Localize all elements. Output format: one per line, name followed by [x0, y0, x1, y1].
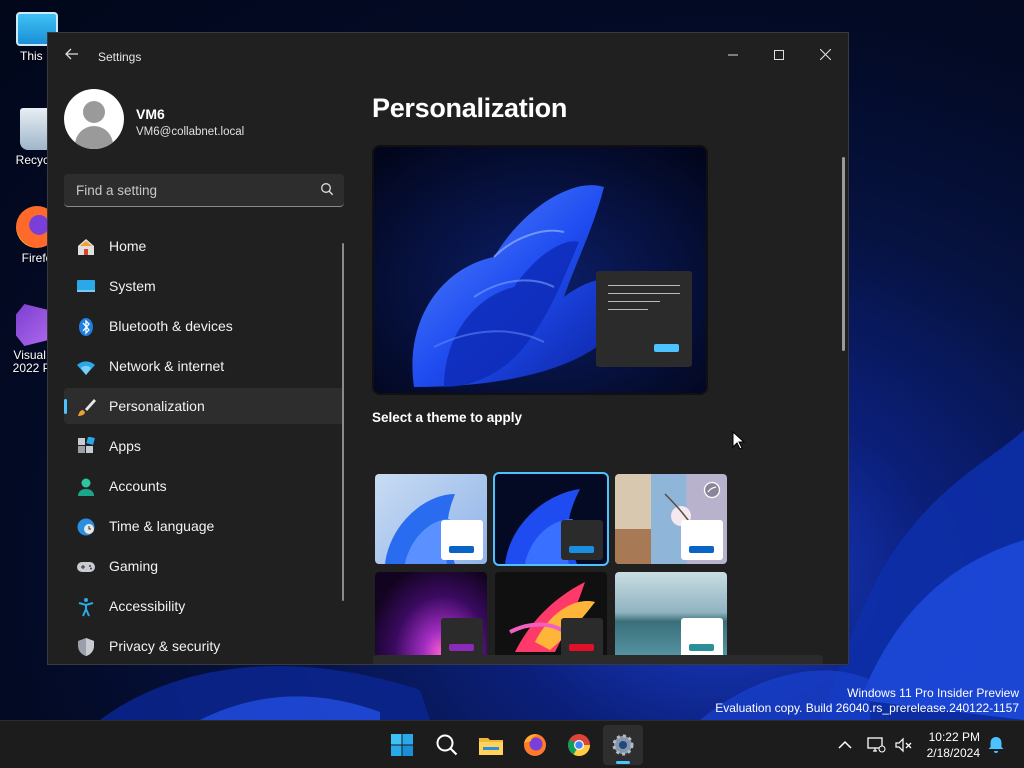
page-title: Personalization	[372, 93, 568, 123]
sidebar-item-label: Personalization	[109, 398, 205, 414]
sidebar-item-label: Accounts	[109, 478, 167, 494]
bluetooth-icon	[79, 318, 93, 336]
sidebar-item-system[interactable]: System	[64, 268, 344, 304]
shield-icon	[78, 638, 94, 656]
sidebar-item-time-language[interactable]: Time & language	[64, 508, 344, 544]
user-email: VM6@collabnet.local	[136, 126, 245, 138]
chevron-up-icon[interactable]	[835, 735, 855, 755]
network-icon[interactable]	[866, 735, 886, 755]
brush-icon	[78, 399, 96, 416]
watermark-line: Windows 11 Pro Insider Preview	[847, 686, 1019, 700]
build-watermark: Windows 11 Pro Insider Preview Evaluatio…	[715, 686, 1019, 716]
start-icon[interactable]	[386, 729, 418, 761]
sidebar-item-bluetooth[interactable]: Bluetooth & devices	[64, 308, 344, 344]
search-icon[interactable]	[320, 182, 334, 196]
sidebar-nav: Home System Bluetooth & devices Network …	[64, 228, 344, 664]
taskbar: 10:22 PM 2/18/2024	[0, 720, 1024, 768]
sidebar-item-gaming[interactable]: Gaming	[64, 548, 344, 584]
sidebar-item-label: Home	[109, 238, 147, 254]
wifi-icon	[77, 361, 95, 375]
clock-time: 10:22 PM	[928, 730, 980, 744]
maximize-icon	[774, 50, 784, 60]
search-icon[interactable]	[431, 729, 463, 761]
search-placeholder: Find a setting	[76, 183, 158, 198]
user-profile[interactable]: VM6 VM6@collabnet.local	[64, 89, 364, 153]
theme-tile-flow[interactable]	[615, 572, 727, 662]
search-input[interactable]: Find a setting	[64, 174, 344, 207]
theme-tile-windows-light[interactable]	[375, 474, 487, 564]
system-icon	[77, 280, 95, 292]
sidebar-item-label: Bluetooth & devices	[109, 318, 233, 334]
sidebar-item-accessibility[interactable]: Accessibility	[64, 588, 344, 624]
volume-muted-icon[interactable]	[893, 735, 913, 755]
sidebar-item-privacy[interactable]: Privacy & security	[64, 628, 344, 664]
content-scrollbar[interactable]	[842, 157, 845, 351]
chrome-icon[interactable]	[563, 729, 595, 761]
preview-button	[654, 344, 679, 352]
file-explorer-icon[interactable]	[475, 729, 507, 761]
system-clock[interactable]: 10:22 PM 2/18/2024	[927, 729, 980, 761]
sidebar-item-label: Network & internet	[109, 358, 225, 374]
watermark-line: Evaluation copy. Build 26040.rs_prerelea…	[715, 701, 1019, 715]
notification-bell-icon[interactable]	[986, 735, 1006, 755]
gamepad-icon	[77, 562, 95, 572]
close-icon	[819, 48, 831, 61]
spotlight-icon	[703, 481, 721, 499]
active-app-indicator	[616, 761, 630, 764]
accessibility-icon	[78, 598, 94, 617]
user-name: VM6	[136, 106, 165, 122]
minimize-icon	[728, 54, 738, 56]
home-icon	[78, 239, 94, 255]
sidebar-item-accounts[interactable]: Accounts	[64, 468, 344, 504]
sidebar-item-label: System	[109, 278, 156, 294]
sidebar-scrollbar[interactable]	[342, 243, 344, 601]
settings-icon	[612, 734, 634, 756]
avatar	[64, 89, 124, 149]
theme-tile-captured-motion[interactable]	[495, 572, 607, 662]
sidebar-item-home[interactable]: Home	[64, 228, 344, 264]
sidebar-item-apps[interactable]: Apps	[64, 428, 344, 464]
sidebar-item-personalization[interactable]: Personalization	[64, 388, 344, 424]
close-button[interactable]	[802, 39, 848, 71]
firefox-icon[interactable]	[519, 729, 551, 761]
apps-icon	[78, 437, 95, 453]
sidebar-item-network[interactable]: Network & internet	[64, 348, 344, 384]
sidebar-item-label: Gaming	[109, 558, 159, 574]
theme-tile-spotlight[interactable]	[615, 474, 727, 564]
arrow-left-icon	[65, 48, 78, 60]
maximize-button[interactable]	[756, 39, 802, 71]
sidebar-item-label: Accessibility	[109, 598, 186, 614]
settings-window: Settings VM6 VM6@collabnet.local Find a …	[47, 32, 849, 665]
settings-card[interactable]	[373, 655, 823, 664]
back-button[interactable]	[62, 47, 82, 67]
theme-tile-windows-dark[interactable]	[493, 472, 609, 566]
window-title: Settings	[98, 50, 142, 64]
sidebar-item-label: Privacy & security	[109, 638, 221, 654]
preview-window	[596, 271, 692, 367]
title-bar: Settings	[48, 33, 848, 81]
taskbar-item-settings[interactable]	[603, 725, 643, 765]
sidebar-item-label: Apps	[109, 438, 141, 454]
accounts-icon	[78, 478, 94, 496]
sidebar-item-label: Time & language	[109, 518, 215, 534]
clock-date: 2/18/2024	[926, 746, 980, 760]
globe-icon	[77, 518, 95, 536]
theme-section-heading: Select a theme to apply	[372, 410, 523, 425]
theme-tile-glow[interactable]	[375, 572, 487, 662]
mouse-cursor-icon	[732, 431, 746, 450]
active-indicator	[64, 399, 67, 414]
theme-preview	[372, 145, 708, 395]
minimize-button[interactable]	[710, 39, 756, 71]
